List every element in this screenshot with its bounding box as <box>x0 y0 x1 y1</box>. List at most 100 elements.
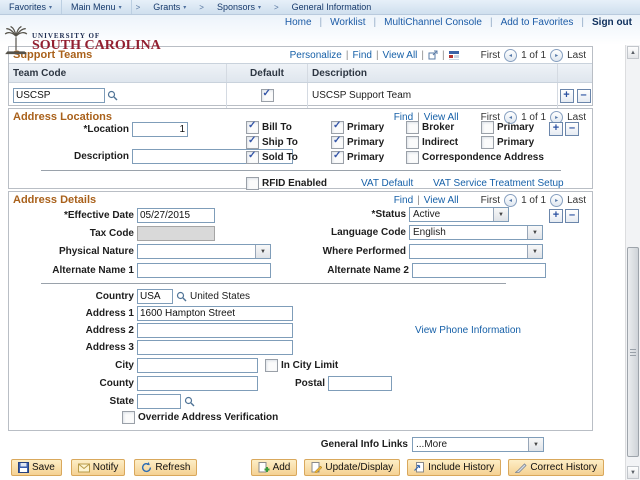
rfid-enabled-label: RFID Enabled <box>262 178 327 189</box>
broker-checkbox[interactable] <box>406 121 419 134</box>
view-phone-information-link[interactable]: View Phone Information <box>415 325 521 336</box>
breadcrumb-separator: > <box>195 3 208 12</box>
in-city-limit-checkbox[interactable] <box>265 359 278 372</box>
pager-next-button[interactable]: ▸ <box>550 49 563 62</box>
indirect-checkbox[interactable] <box>406 136 419 149</box>
physical-nature-select[interactable]: ▼ <box>137 244 271 259</box>
col-team-code: Team Code <box>13 68 66 79</box>
scroll-up-icon[interactable]: ▲ <box>627 46 639 59</box>
delete-row-button[interactable]: – <box>577 89 591 103</box>
personalize-link[interactable]: Personalize <box>290 50 342 61</box>
find-link[interactable]: Find <box>394 195 413 206</box>
alternate-name1-input[interactable] <box>137 263 271 278</box>
alternate-name2-input[interactable] <box>412 263 546 278</box>
link-separator: | <box>581 17 584 28</box>
postal-label: Postal <box>267 378 325 389</box>
divider <box>41 283 506 284</box>
include-history-button[interactable]: Include History <box>407 459 501 476</box>
sold-to-primary-checkbox[interactable] <box>331 151 344 164</box>
postal-input[interactable] <box>328 376 392 391</box>
search-icon[interactable] <box>184 396 195 407</box>
delete-row-button[interactable]: – <box>565 122 579 136</box>
city-input[interactable] <box>137 358 258 373</box>
address1-input[interactable] <box>137 306 293 321</box>
ship-to-checkbox[interactable] <box>246 136 259 149</box>
add-to-favorites-link[interactable]: Add to Favorites <box>501 17 574 28</box>
where-performed-label: Where Performed <box>309 246 406 257</box>
broker-primary-checkbox[interactable] <box>481 121 494 134</box>
multichannel-console-link[interactable]: MultiChannel Console <box>384 17 482 28</box>
scroll-down-icon[interactable]: ▼ <box>627 466 639 479</box>
correct-history-button[interactable]: Correct History <box>508 459 604 476</box>
vat-service-treatment-setup-link[interactable]: VAT Service Treatment Setup <box>433 178 564 189</box>
status-select[interactable]: Active ▼ <box>409 207 509 222</box>
personalize-popup-icon[interactable] <box>428 50 438 60</box>
breadcrumb-grants-label: Grants <box>153 2 180 12</box>
status-value: Active <box>410 209 493 220</box>
notify-button[interactable]: Notify <box>71 459 126 476</box>
pager-prev-button[interactable]: ◂ <box>504 49 517 62</box>
effective-date-label: *Effective Date <box>9 210 134 221</box>
refresh-button[interactable]: Refresh <box>134 459 197 476</box>
primary-label: Primary <box>497 122 534 133</box>
view-all-link[interactable]: View All <box>424 195 459 206</box>
pager-prev-button[interactable]: ◂ <box>504 194 517 207</box>
default-checkbox[interactable] <box>261 89 274 102</box>
scrollbar-thumb[interactable] <box>627 247 639 457</box>
address3-input[interactable] <box>137 340 293 355</box>
find-link[interactable]: Find <box>352 50 371 61</box>
language-code-select[interactable]: English ▼ <box>409 225 543 240</box>
add-row-button[interactable]: + <box>549 209 563 223</box>
select-arrow-icon: ▼ <box>493 208 508 221</box>
save-button[interactable]: Save <box>11 459 62 476</box>
link-separator: | <box>374 17 377 28</box>
override-address-verification-checkbox[interactable] <box>122 411 135 424</box>
search-icon[interactable] <box>107 90 118 101</box>
select-arrow-icon: ▼ <box>527 226 542 239</box>
team-code-input[interactable] <box>13 88 105 103</box>
indirect-primary-checkbox[interactable] <box>481 136 494 149</box>
add-button[interactable]: Add <box>251 459 298 476</box>
bill-to-checkbox[interactable] <box>246 121 259 134</box>
correct-history-icon <box>515 463 527 473</box>
search-icon[interactable] <box>176 291 187 302</box>
add-row-button[interactable]: + <box>560 89 574 103</box>
breadcrumb-main-menu[interactable]: Main Menu ▾ <box>62 0 132 14</box>
state-input[interactable] <box>137 394 181 409</box>
language-code-label: Language Code <box>309 227 406 238</box>
correspondence-address-checkbox[interactable] <box>406 151 419 164</box>
in-city-limit-label: In City Limit <box>281 360 338 371</box>
country-input[interactable] <box>137 289 173 304</box>
sign-out-link[interactable]: Sign out <box>592 17 632 28</box>
sold-to-checkbox[interactable] <box>246 151 259 164</box>
update-display-button[interactable]: Update/Display <box>304 459 400 476</box>
add-row-button[interactable]: + <box>549 122 563 136</box>
toolbar-separator: | <box>442 50 445 61</box>
general-info-links-select[interactable]: ...More ▼ <box>412 437 544 452</box>
county-label: County <box>9 378 134 389</box>
home-link[interactable]: Home <box>285 17 312 28</box>
pager-last-label: Last <box>567 50 586 61</box>
location-input[interactable] <box>132 122 188 137</box>
alternate-name2-label: Alternate Name 2 <box>309 265 409 276</box>
breadcrumb-favorites[interactable]: Favorites ▾ <box>0 0 62 14</box>
country-display: United States <box>190 291 250 302</box>
general-info-links-label: General Info Links <box>258 439 408 450</box>
download-grid-icon[interactable] <box>449 50 459 60</box>
refresh-label: Refresh <box>155 462 190 473</box>
rfid-enabled-checkbox[interactable] <box>246 177 259 190</box>
delete-row-button[interactable]: – <box>565 209 579 223</box>
breadcrumb-sponsors[interactable]: Sponsors ▾ <box>208 0 270 14</box>
bill-to-primary-checkbox[interactable] <box>331 121 344 134</box>
pager-next-button[interactable]: ▸ <box>550 194 563 207</box>
effective-date-input[interactable] <box>137 208 215 223</box>
county-input[interactable] <box>137 376 258 391</box>
address2-input[interactable] <box>137 323 293 338</box>
vertical-scrollbar[interactable]: ▲ ▼ <box>625 45 640 480</box>
vat-default-link[interactable]: VAT Default <box>361 178 413 189</box>
worklist-link[interactable]: Worklist <box>330 17 365 28</box>
where-performed-select[interactable]: ▼ <box>409 244 543 259</box>
breadcrumb-grants[interactable]: Grants ▾ <box>144 0 195 14</box>
ship-to-primary-checkbox[interactable] <box>331 136 344 149</box>
view-all-link[interactable]: View All <box>383 50 418 61</box>
